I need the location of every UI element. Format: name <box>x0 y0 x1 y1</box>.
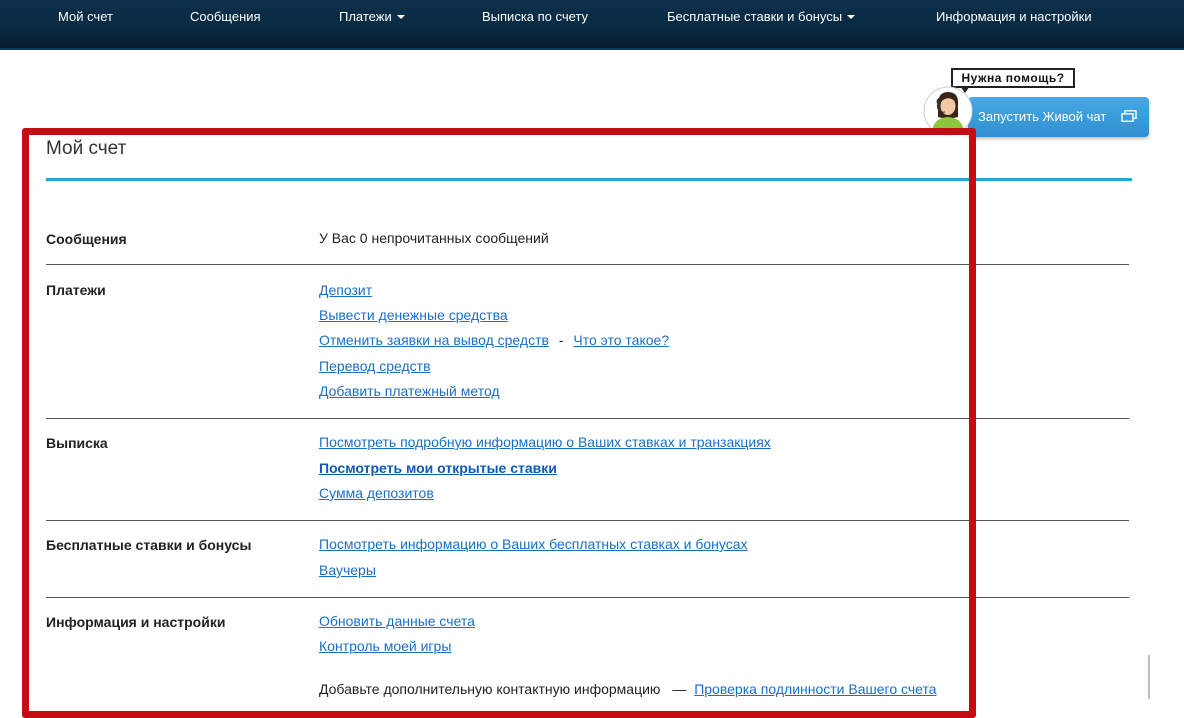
my-gaming-control-link[interactable]: Контроль моей игры <box>319 638 451 654</box>
section-label-info-settings: Информация и настройки <box>46 614 226 630</box>
nav-item-label: Бесплатные ставки и бонусы <box>667 9 843 24</box>
bets-transactions-details-link[interactable]: Посмотреть подробную информацию о Ваших … <box>319 434 771 450</box>
deposit-link[interactable]: Депозит <box>319 282 372 298</box>
support-agent-avatar-icon <box>923 86 973 136</box>
open-bets-link[interactable]: Посмотреть мои открытые ставки <box>319 460 557 476</box>
nav-item-free-bets-bonuses[interactable]: Бесплатные ставки и бонусы <box>667 9 856 24</box>
nav-item-statement[interactable]: Выписка по счету <box>482 9 588 24</box>
separator: - <box>558 332 564 348</box>
nav-item-label: Платежи <box>339 9 392 24</box>
row-divider <box>46 418 1129 419</box>
nav-item-info-settings[interactable]: Информация и настройки <box>936 9 1092 24</box>
account-verification-link[interactable]: Проверка подлинности Вашего счета <box>694 681 936 697</box>
section-label-payments: Платежи <box>46 282 106 298</box>
start-live-chat-button[interactable]: Запустить Живой чат <box>968 97 1149 137</box>
contact-info-line: Добавьте дополнительную контактную инфор… <box>319 681 937 697</box>
caret-down-icon <box>847 15 856 19</box>
nav-item-messages[interactable]: Сообщения <box>190 9 261 24</box>
nav-item-label: Сообщения <box>190 9 261 24</box>
withdraw-funds-link[interactable]: Вывести денежные средства <box>319 307 508 323</box>
add-contact-info-text: Добавьте дополнительную контактную инфор… <box>319 681 661 697</box>
dash-separator: — <box>672 681 687 697</box>
free-bets-bonuses-info-link[interactable]: Посмотреть информацию о Ваших бесплатных… <box>319 536 748 552</box>
nav-item-label: Информация и настройки <box>936 9 1092 24</box>
deposits-total-link[interactable]: Сумма депозитов <box>319 485 434 501</box>
unread-messages-text: У Вас 0 непрочитанных сообщений <box>319 230 549 246</box>
row-divider <box>46 520 1129 521</box>
section-label-messages: Сообщения <box>46 231 127 247</box>
transfer-funds-link[interactable]: Перевод средств <box>319 358 431 374</box>
nav-item-payments[interactable]: Платежи <box>339 9 405 24</box>
popup-window-icon <box>1121 110 1137 122</box>
what-is-this-link[interactable]: Что это такое? <box>573 332 669 348</box>
caret-down-icon <box>396 15 405 19</box>
title-accent-rule <box>46 178 1132 181</box>
nav-item-label: Выписка по счету <box>482 9 589 24</box>
cancel-withdrawal-link[interactable]: Отменить заявки на вывод средств <box>319 332 549 348</box>
top-navigation: Мой счет Сообщения Платежи Выписка по сч… <box>0 0 1184 50</box>
nav-item-my-account[interactable]: Мой счет <box>58 9 113 24</box>
section-label-statement: Выписка <box>46 435 108 451</box>
page-title: Мой счет <box>46 138 127 159</box>
vouchers-link[interactable]: Ваучеры <box>319 562 376 578</box>
add-payment-method-link[interactable]: Добавить платежный метод <box>319 383 500 399</box>
update-account-details-link[interactable]: Обновить данные счета <box>319 613 475 629</box>
chat-button-label: Запустить Живой чат <box>978 109 1107 124</box>
content-edge-shadow <box>1148 655 1150 699</box>
nav-item-label: Мой счет <box>58 9 113 24</box>
section-label-free-bets-bonuses: Бесплатные ставки и бонусы <box>46 537 252 553</box>
cancel-withdrawal-line: Отменить заявки на вывод средств - Что э… <box>319 332 669 348</box>
row-divider <box>46 264 1129 265</box>
row-divider <box>46 597 1129 598</box>
